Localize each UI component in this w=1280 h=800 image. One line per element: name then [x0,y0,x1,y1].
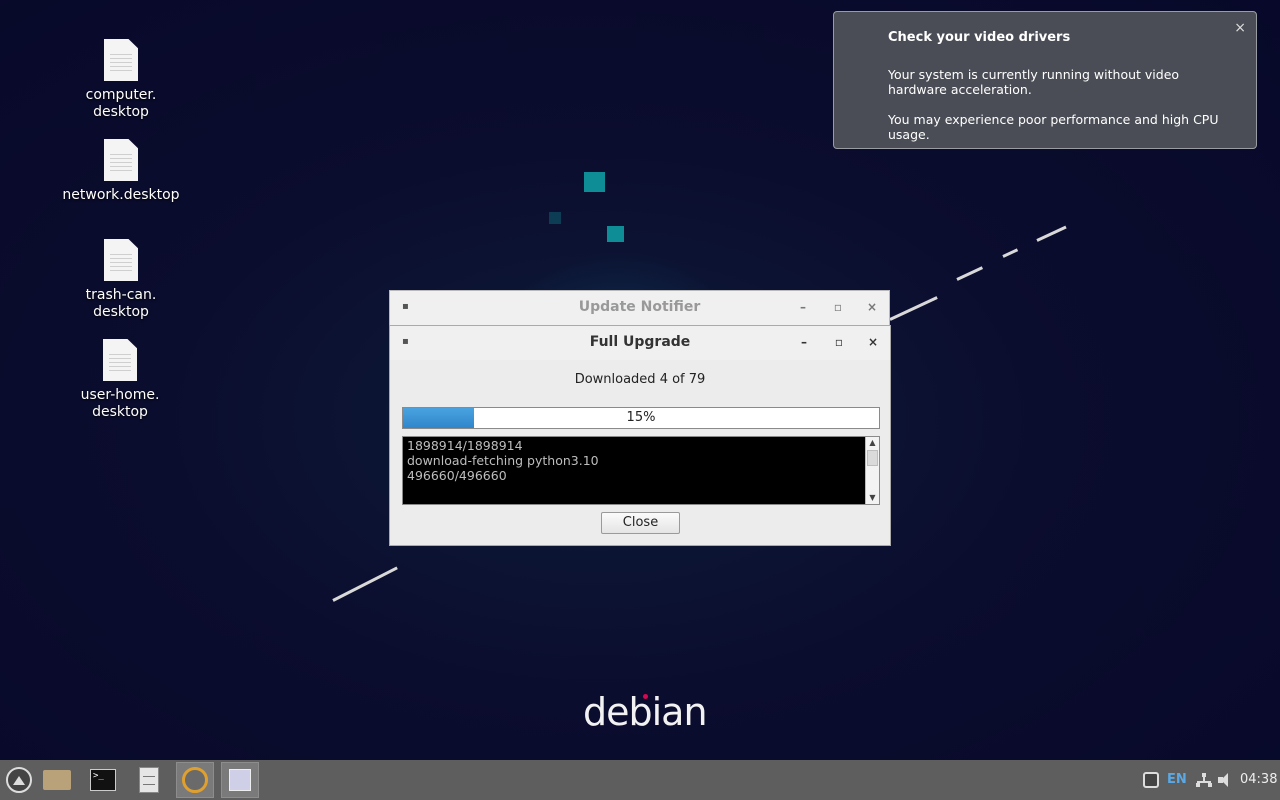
progress-label: 15% [626,410,656,425]
taskbar-full-upgrade[interactable] [221,762,259,798]
wallpaper-square [584,172,605,192]
folder-icon [43,770,71,790]
desktop-icon-label: trash-can. desktop [85,287,157,320]
scroll-up-icon[interactable]: ▲ [866,437,879,449]
file-manager-launcher[interactable] [38,762,76,798]
upgrade-log[interactable]: 1898914/1898914 download-fetching python3… [402,436,880,505]
window-title: Update Notifier [578,299,701,315]
menu-icon [6,767,32,793]
wallpaper-dash [956,266,984,281]
file-icon [104,139,138,181]
notification-title: Check your video drivers [888,30,1071,45]
diamond-icon [229,769,251,791]
minimize-button[interactable]: – [794,291,812,323]
log-line: 496660/496660 [407,468,507,483]
full-upgrade-window[interactable]: ▪ Full Upgrade – ▫ × Downloaded 4 of 79 … [389,325,891,546]
wallpaper-dash [1002,248,1019,258]
wallpaper-dash [332,566,398,602]
maximize-button[interactable]: ▫ [829,291,847,323]
wallpaper-square [549,212,561,224]
notification-body: Your system is currently running without… [888,67,1238,157]
wallpaper-square [607,226,624,242]
volume-icon[interactable] [1218,772,1234,788]
close-button[interactable]: × [863,291,881,323]
close-button[interactable]: Close [601,512,680,534]
minimize-button[interactable]: – [795,326,813,358]
taskbar-update-notifier[interactable] [176,762,214,798]
log-lines: 1898914/1898914 download-fetching python3… [407,438,599,483]
app-menu-button[interactable] [0,762,38,798]
wallpaper-dash [1036,225,1067,242]
keyboard-layout-indicator[interactable]: EN [1167,760,1187,800]
scroll-down-icon[interactable]: ▼ [866,492,879,504]
log-line: download-fetching python3.10 [407,453,599,468]
pin-icon[interactable]: ▪ [402,291,409,323]
desktop-icon-trash-can[interactable]: trash-can. desktop [61,239,181,321]
window-title: Full Upgrade [589,334,691,350]
window-titlebar[interactable]: ▪ Full Upgrade – ▫ × [390,326,890,360]
terminal-launcher[interactable]: >_ [84,762,122,798]
close-button[interactable]: × [864,326,882,358]
notification-paragraph: Your system is currently running without… [888,67,1180,97]
download-progress-bar: 15% [402,407,880,429]
file-icon [103,339,137,381]
video-driver-notification[interactable]: Check your video drivers × Your system i… [833,11,1257,149]
updater-icon [182,767,208,793]
log-line: 1898914/1898914 [407,438,523,453]
desktop: debian computer. desktop network.desktop… [0,0,1280,760]
desktop-icon-label: network.desktop [62,187,180,203]
wallpaper-dash [889,296,938,321]
terminal-icon: >_ [90,769,116,791]
network-icon[interactable] [1196,772,1212,788]
close-icon[interactable]: × [1234,20,1246,36]
desktop-icon-computer[interactable]: computer. desktop [61,39,181,121]
desktop-icon-label: computer. desktop [85,87,157,120]
download-status: Downloaded 4 of 79 [574,372,706,387]
window-titlebar[interactable]: ▪ Update Notifier – ▫ × [390,291,889,325]
file-icon [104,239,138,281]
file-cabinet-launcher[interactable] [130,762,168,798]
file-icon [104,39,138,81]
taskbar: >_ EN 04:38 [0,760,1280,800]
desktop-icon-label: user-home. desktop [80,387,160,420]
search-icon[interactable] [1143,772,1159,788]
clock[interactable]: 04:38 [1240,760,1277,800]
desktop-icon-network[interactable]: network.desktop [61,139,181,204]
desktop-icon-user-home[interactable]: user-home. desktop [60,339,180,421]
scroll-thumb[interactable] [867,450,878,466]
notification-paragraph: You may experience poor performance and … [888,112,1219,142]
debian-logo-dot [643,694,648,699]
cabinet-icon [139,767,159,793]
log-scrollbar[interactable]: ▲ ▼ [865,437,879,504]
maximize-button[interactable]: ▫ [830,326,848,358]
pin-icon[interactable]: ▪ [402,326,409,358]
